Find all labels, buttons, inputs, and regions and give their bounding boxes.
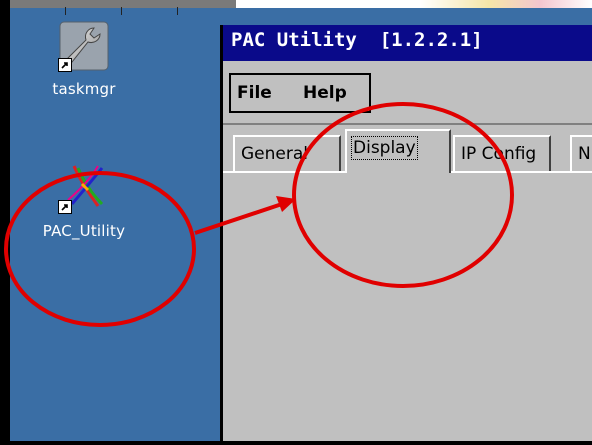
annotation-arrow: [194, 202, 283, 235]
annotation-circle-display-tab: [292, 102, 514, 288]
annotation-circle-desktop-icon: [4, 171, 196, 327]
annotation-overlay: [4, 102, 514, 327]
